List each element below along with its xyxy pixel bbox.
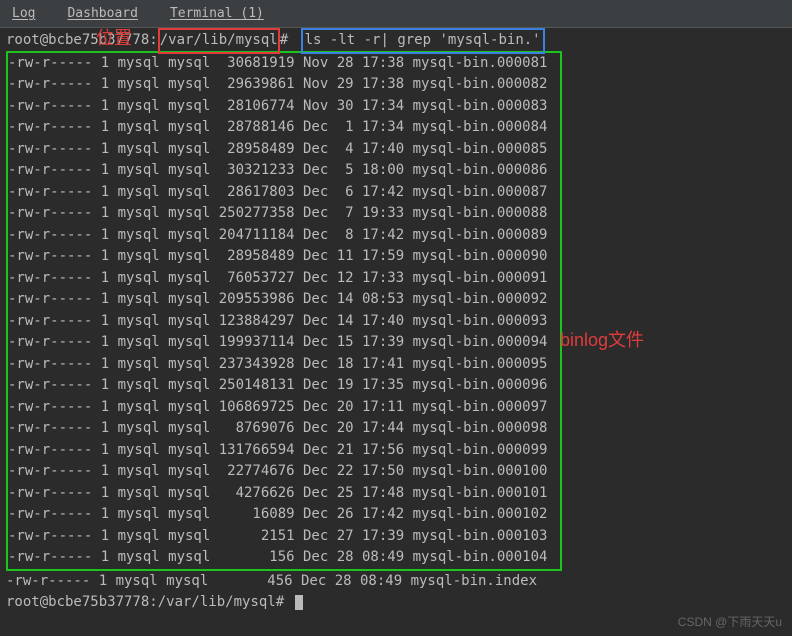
file-row: -rw-r----- 1 mysql mysql 106869725 Dec 2… — [8, 397, 560, 419]
file-row: -rw-r----- 1 mysql mysql 204711184 Dec 8… — [8, 225, 560, 247]
prompt-line-2: root@bcbe75b37778:/var/lib/mysql# — [6, 592, 786, 614]
file-row: -rw-r----- 1 mysql mysql 209553986 Dec 1… — [8, 289, 560, 311]
terminal-pane[interactable]: root@bcbe75b37778:/var/lib/mysql# ls -lt… — [0, 28, 792, 616]
file-row: -rw-r----- 1 mysql mysql 123884297 Dec 1… — [8, 311, 560, 333]
file-row: -rw-r----- 1 mysql mysql 156 Dec 28 08:4… — [8, 547, 560, 569]
annotation-binlog: binlog文件 — [560, 330, 644, 352]
tab-dashboard[interactable]: Dashboard — [63, 4, 141, 23]
prompt-prefix: root@bcbe75b37778: — [6, 32, 158, 48]
file-row: -rw-r----- 1 mysql mysql 28617803 Dec 6 … — [8, 182, 560, 204]
prompt-hash: # — [280, 32, 288, 48]
file-row: -rw-r----- 1 mysql mysql 29639861 Nov 29… — [8, 74, 560, 96]
file-row: -rw-r----- 1 mysql mysql 131766594 Dec 2… — [8, 440, 560, 462]
file-row: -rw-r----- 1 mysql mysql 28958489 Dec 4 … — [8, 139, 560, 161]
watermark: CSDN @下雨天天u — [678, 613, 782, 630]
file-row: -rw-r----- 1 mysql mysql 30321233 Dec 5 … — [8, 160, 560, 182]
file-row: -rw-r----- 1 mysql mysql 199937114 Dec 1… — [8, 332, 560, 354]
file-row: -rw-r----- 1 mysql mysql 76053727 Dec 12… — [8, 268, 560, 290]
prompt-path: /var/lib/mysql — [158, 594, 276, 610]
prompt-hash: # — [276, 594, 284, 610]
file-listing-box: -rw-r----- 1 mysql mysql 30681919 Nov 28… — [6, 51, 562, 571]
prompt-path-box: /var/lib/mysql — [158, 28, 280, 54]
index-row: -rw-r----- 1 mysql mysql 456 Dec 28 08:4… — [6, 571, 786, 593]
tab-terminal[interactable]: Terminal (1) — [166, 4, 268, 23]
file-row: -rw-r----- 1 mysql mysql 28106774 Nov 30… — [8, 96, 560, 118]
file-row: -rw-r----- 1 mysql mysql 8769076 Dec 20 … — [8, 418, 560, 440]
file-row: -rw-r----- 1 mysql mysql 30681919 Nov 28… — [8, 53, 560, 75]
command-box: ls -lt -r| grep 'mysql-bin.' — [301, 28, 545, 54]
tab-log[interactable]: Log — [8, 4, 39, 23]
prompt-prefix: root@bcbe75b37778: — [6, 594, 158, 610]
cursor — [295, 595, 303, 610]
file-row: -rw-r----- 1 mysql mysql 28788146 Dec 1 … — [8, 117, 560, 139]
file-row: -rw-r----- 1 mysql mysql 2151 Dec 27 17:… — [8, 526, 560, 548]
file-row: -rw-r----- 1 mysql mysql 22774676 Dec 22… — [8, 461, 560, 483]
file-row: -rw-r----- 1 mysql mysql 250148131 Dec 1… — [8, 375, 560, 397]
file-row: -rw-r----- 1 mysql mysql 237343928 Dec 1… — [8, 354, 560, 376]
file-row: -rw-r----- 1 mysql mysql 28958489 Dec 11… — [8, 246, 560, 268]
file-row: -rw-r----- 1 mysql mysql 4276626 Dec 25 … — [8, 483, 560, 505]
annotation-position: 位置 — [96, 24, 132, 50]
file-row: -rw-r----- 1 mysql mysql 250277358 Dec 7… — [8, 203, 560, 225]
file-row: -rw-r----- 1 mysql mysql 16089 Dec 26 17… — [8, 504, 560, 526]
